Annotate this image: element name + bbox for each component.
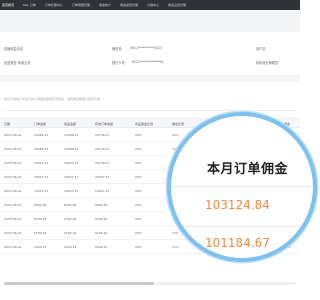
magnifier-value-1: 103124.84 (205, 198, 270, 212)
cell-date: 2023-08-01 (4, 133, 22, 137)
cell-goods-amount: 5180.49 (64, 217, 77, 221)
wechat-label: 微信号： (112, 47, 125, 51)
cell-order-amount: 5180.49 (34, 231, 47, 235)
nav-item-distribution[interactable]: 分销中心 (147, 0, 159, 10)
cell-valid-amount: 1640.15 (95, 245, 108, 249)
account-info-card: 店铺收益信息 经营报告 商城业务 微信号： 4612**********5013… (0, 32, 300, 76)
info-subtitle: 经营报告 商城业务 (4, 61, 31, 65)
cell-goods-amount: 8082.46 (64, 203, 77, 207)
cell-date: 2023-08-01 (4, 217, 22, 221)
header-band (0, 10, 300, 32)
bank-account-label: 银行卡号： (112, 61, 128, 65)
commission-hint: 本月订单统计中显示的订单佣金金额仅为预估，最终佣金数据以结算为准 (4, 97, 101, 101)
cell-goods-rate: 20% (135, 133, 142, 137)
cell-goods-amount: 1640.15 (64, 245, 77, 249)
cell-order-amount: 8082.46 (34, 203, 47, 207)
magnifier-divider (171, 186, 313, 187)
cell-date: 2023-08-01 (4, 147, 22, 151)
cell-rate: 16% (172, 133, 179, 137)
cell-goods-rate: 20% (135, 217, 142, 221)
cell-order-amount: 1640.15 (34, 245, 47, 249)
cell-date: 2023-08-01 (4, 203, 22, 207)
cell-order-amount: 20494.41 (34, 133, 49, 137)
cell-goods-rate: 20% (135, 231, 142, 235)
nav-item-commission-settings[interactable]: 佣金设置管理 (168, 0, 186, 10)
cell-goods-amount: 20068.45 (64, 147, 79, 151)
cell-goods-rate: 20% (135, 245, 142, 249)
cell-goods-amount: 16047.47 (64, 161, 79, 165)
cell-order-amount: 16047.47 (34, 161, 49, 165)
cell-date: 2023-08-01 (4, 161, 22, 165)
cell-valid-amount: 5180.49 (95, 231, 108, 235)
cell-valid-amount: 20138.01 (95, 161, 110, 165)
cell-rate: 12% (172, 231, 179, 235)
bank-account-value: 6222************56 (132, 60, 164, 64)
horizontal-scrollbar[interactable] (4, 282, 296, 285)
top-navigation: 首页概况 MLL 订单 订单管理中心 订单明细管理 佣金统计 佣金提现管理 分销… (0, 0, 300, 10)
cell-order-amount: 16047.47 (34, 175, 49, 179)
nav-item-order-center[interactable]: 订单管理中心 (45, 0, 63, 10)
nav-item-mll-orders[interactable]: MLL 订单 (23, 0, 36, 10)
cell-valid-amount: 14047.47 (95, 189, 110, 193)
cell-valid-amount: 20135.01 (95, 147, 110, 151)
magnifier-callout: 本月订单佣金 103124.84 101184.67 (167, 112, 317, 262)
cell-goods-amount: 14047.47 (64, 189, 79, 193)
cell-goods-rate: 20% (135, 175, 142, 179)
nav-item-withdrawal[interactable]: 佣金提现管理 (120, 0, 138, 10)
nav-item-order-detail[interactable]: 订单明细管理 (72, 0, 90, 10)
cell-order-amount: 20084.45 (34, 147, 49, 151)
cell-goods-rate: 20% (135, 147, 142, 151)
cell-goods-rate: 20% (135, 161, 142, 165)
cell-valid-amount: 16047.47 (95, 175, 110, 179)
cell-valid-amount: 8082.46 (95, 203, 108, 207)
cell-date: 2023-08-01 (4, 231, 22, 235)
nav-item-overview[interactable]: 首页概况 (2, 0, 14, 10)
cell-date: 2023-08-01 (4, 189, 22, 193)
user-label: 用户名： (256, 47, 269, 51)
user-value: 机构营业管理员 (256, 61, 279, 65)
info-title: 店铺收益信息 (4, 47, 24, 51)
cell-goods-amount: 5180.49 (64, 231, 77, 235)
scrollbar-thumb[interactable] (4, 282, 154, 285)
cell-rate: 12% (172, 245, 179, 249)
divider (4, 110, 296, 111)
nav-item-commission-stats[interactable]: 佣金统计 (99, 0, 111, 10)
magnifier-title: 本月订单佣金 (207, 162, 289, 177)
magnifier-divider (171, 226, 313, 227)
cell-goods-amount: 13046.41 (64, 133, 79, 137)
cell-valid-amount: 20138.01 (95, 133, 110, 137)
section-gap (0, 76, 300, 82)
cell-goods-amount: 16047.47 (64, 175, 79, 179)
wechat-value: 4612**********5013 (130, 46, 163, 50)
cell-date: 2023-08-01 (4, 175, 22, 179)
cell-order-amount: 5180.49 (34, 217, 47, 221)
cell-order-amount: 14047.47 (34, 189, 49, 193)
cell-date: 2023-08-01 (4, 245, 22, 249)
page: 首页概况 MLL 订单 订单管理中心 订单明细管理 佣金统计 佣金提现管理 分销… (0, 0, 317, 300)
cell-goods-rate: 20% (135, 203, 142, 207)
cell-goods-rate: 20% (135, 189, 142, 193)
magnifier-value-2: 101184.67 (205, 236, 270, 250)
cell-valid-amount: 5180.49 (95, 217, 108, 221)
